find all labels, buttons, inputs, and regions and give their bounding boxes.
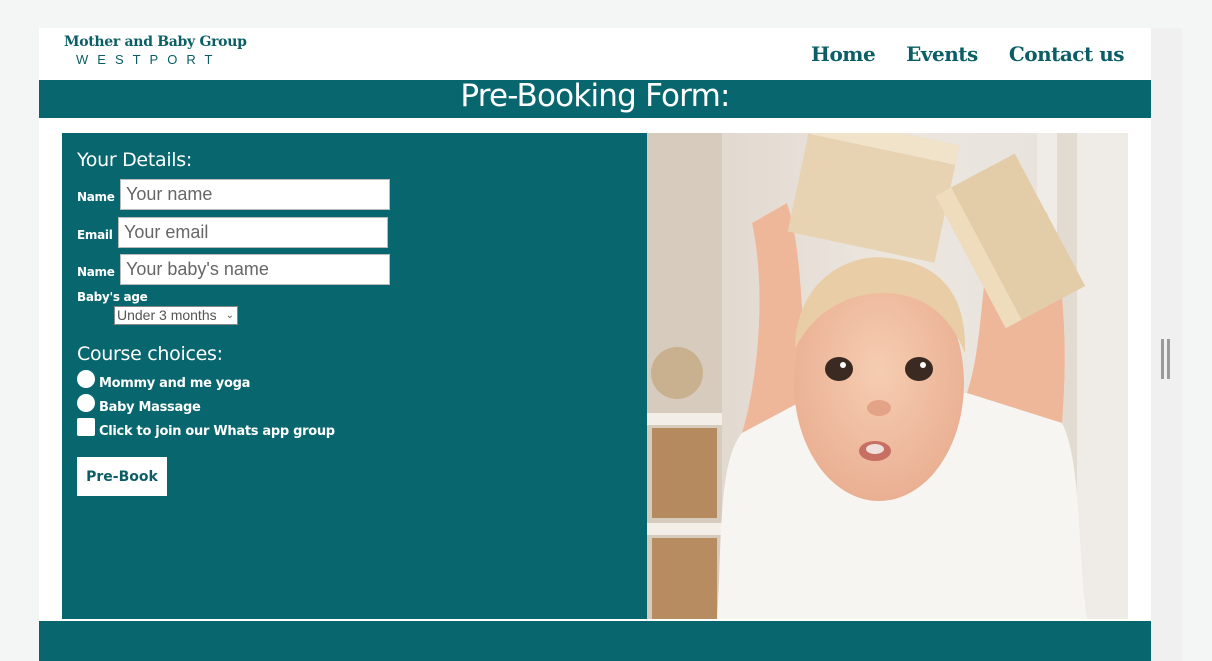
courses-heading: Course choices: <box>77 343 223 365</box>
scrollbar-grip[interactable] <box>1161 339 1171 379</box>
details-heading: Your Details: <box>77 149 192 171</box>
nav-contact-link[interactable]: Contact us <box>1009 42 1125 66</box>
baby-age-label: Baby's age <box>77 290 148 304</box>
baby-age-selected-value: Under 3 months <box>117 307 217 323</box>
chevron-down-icon: ⌄ <box>225 310 234 321</box>
whatsapp-option-label: Click to join our Whats app group <box>99 424 335 439</box>
whatsapp-checkbox[interactable] <box>77 418 95 436</box>
baby-name-label: Name <box>77 265 115 279</box>
name-label: Name <box>77 190 115 204</box>
yoga-radio[interactable] <box>77 370 95 388</box>
email-input[interactable] <box>118 217 388 248</box>
prebook-button[interactable]: Pre-Book <box>77 457 167 496</box>
baby-photo <box>647 133 1128 619</box>
page-container: Mother and Baby Group WESTPORT Home Even… <box>39 28 1151 661</box>
site-logo[interactable]: Mother and Baby Group WESTPORT <box>64 34 247 67</box>
massage-radio[interactable] <box>77 394 95 412</box>
logo-subtitle: WESTPORT <box>76 52 222 67</box>
name-input[interactable] <box>120 179 390 210</box>
baby-name-input[interactable] <box>120 254 390 285</box>
main-nav: Home Events Contact us <box>811 42 1124 66</box>
email-label: Email <box>77 228 113 242</box>
page-title: Pre-Booking Form: <box>39 80 1151 118</box>
baby-age-select[interactable]: Under 3 months ⌄ <box>114 306 238 325</box>
nav-events-link[interactable]: Events <box>906 42 978 66</box>
footer-bar <box>39 621 1151 661</box>
yoga-option-label: Mommy and me yoga <box>99 376 251 391</box>
booking-form: Your Details: Name Email Name Baby's age… <box>62 133 647 619</box>
massage-option-label: Baby Massage <box>99 400 201 415</box>
logo-title: Mother and Baby Group <box>64 34 247 50</box>
nav-home-link[interactable]: Home <box>811 42 876 66</box>
